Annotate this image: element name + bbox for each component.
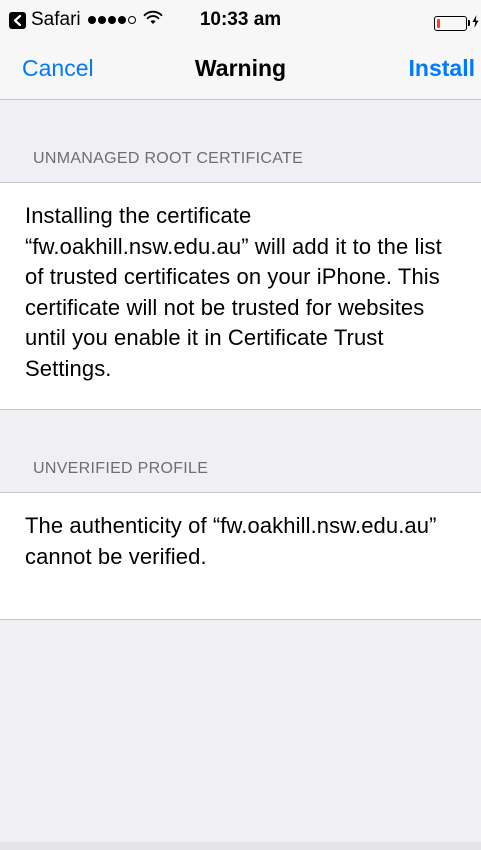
root-certificate-warning-text: Installing the certificate “fw.oakhill.n… <box>25 203 442 381</box>
battery-tip <box>468 20 470 26</box>
section-root-certificate: Installing the certificate “fw.oakhill.n… <box>0 182 481 410</box>
status-time: 10:33 am <box>199 9 282 30</box>
install-button[interactable]: Install <box>409 55 475 81</box>
battery-body <box>434 15 467 31</box>
unverified-profile-warning-text: The authenticity of “fw.oakhill.nsw.edu.… <box>25 513 437 569</box>
navigation-bar: Cancel Warning Install <box>0 40 481 100</box>
battery-level-fill <box>437 18 441 28</box>
section-unverified-profile: The authenticity of “fw.oakhill.nsw.edu.… <box>0 492 481 620</box>
status-bar: Safari 10:33 am <box>0 0 481 40</box>
charging-bolt-icon <box>472 12 479 34</box>
section-header-root-certificate: UNMANAGED ROOT CERTIFICATE <box>33 150 304 167</box>
section-header-unverified-profile: UNVERIFIED PROFILE <box>33 460 209 477</box>
bottom-edge <box>0 842 481 850</box>
battery-icon <box>434 12 479 34</box>
